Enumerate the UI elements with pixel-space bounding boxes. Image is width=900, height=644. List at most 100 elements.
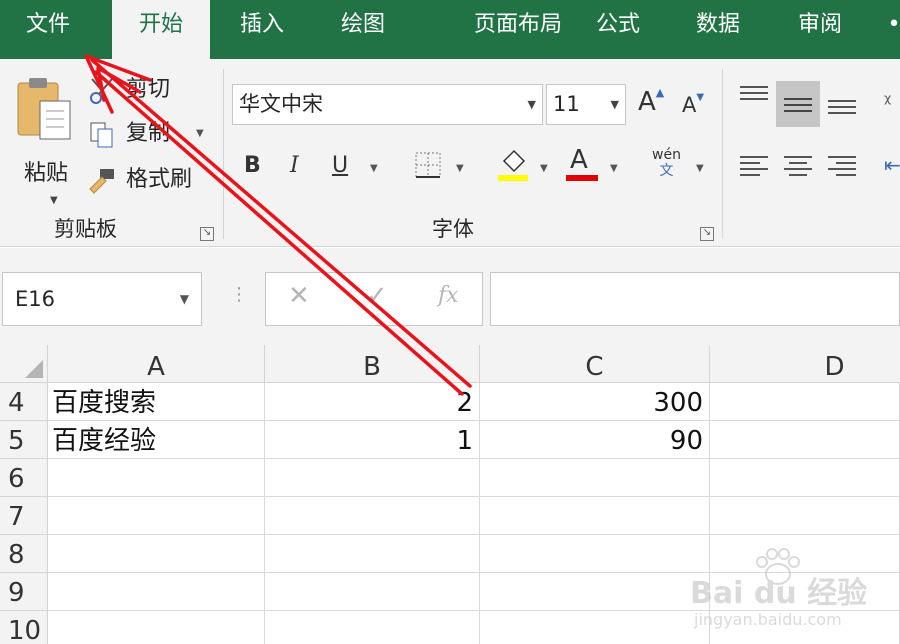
excel-window: 文件 开始 插入 绘图 页面布局 公式 数据 审阅 • 粘贴 ▼ 剪切 复制 ▼… xyxy=(0,0,900,644)
phonetic-dropdown-icon[interactable]: ▼ xyxy=(696,163,704,174)
formula-input[interactable] xyxy=(490,272,900,326)
cell-a8[interactable] xyxy=(48,535,265,573)
cell-d5[interactable] xyxy=(710,421,900,459)
decrease-indent-icon[interactable]: ⇤ xyxy=(884,153,900,183)
cell-b5[interactable]: 1 xyxy=(265,421,480,459)
group-divider xyxy=(223,69,224,239)
align-middle-button[interactable] xyxy=(776,81,820,127)
clipboard-launcher-icon[interactable]: ↘ xyxy=(200,227,214,241)
column-header-d[interactable]: D xyxy=(710,345,900,383)
cell-c6[interactable] xyxy=(480,459,710,497)
align-bottom-icon[interactable] xyxy=(826,89,858,119)
scissors-icon xyxy=(90,78,113,104)
underline-dropdown-icon[interactable]: ▼ xyxy=(370,163,378,174)
confirm-icon[interactable]: ✓ xyxy=(366,281,388,311)
cell-d6[interactable] xyxy=(710,459,900,497)
cell-a7[interactable] xyxy=(48,497,265,535)
tab-more[interactable]: • xyxy=(884,0,900,59)
underline-button[interactable]: U xyxy=(332,153,348,178)
cell-a9[interactable] xyxy=(48,573,265,611)
shrink-font-label: A xyxy=(682,93,697,117)
cell-c8[interactable] xyxy=(480,535,710,573)
row-header[interactable]: 9 xyxy=(0,573,48,611)
cell-a5[interactable]: 百度经验 xyxy=(48,421,265,459)
tab-home[interactable]: 开始 xyxy=(112,0,210,59)
font-size-select[interactable]: 11 ▼ xyxy=(546,84,626,125)
cell-d7[interactable] xyxy=(710,497,900,535)
tab-insert[interactable]: 插入 xyxy=(214,0,310,59)
grow-font-button[interactable]: A▲ xyxy=(638,86,665,117)
shrink-font-icon: ▼ xyxy=(696,92,705,103)
tab-draw[interactable]: 绘图 xyxy=(314,0,412,59)
more-options-icon[interactable]: ⋮ xyxy=(230,284,248,305)
cut-label: 剪切 xyxy=(126,77,171,102)
font-name-select[interactable]: 华文中宋 ▼ xyxy=(232,84,543,125)
align-top-icon[interactable] xyxy=(738,83,770,111)
align-center-icon[interactable] xyxy=(782,153,814,181)
orientation-icon[interactable]: ᵪ xyxy=(884,83,900,113)
cell-b8[interactable] xyxy=(265,535,480,573)
cell-b9[interactable] xyxy=(265,573,480,611)
cell-c5[interactable]: 90 xyxy=(480,421,710,459)
chevron-down-icon[interactable]: ▼ xyxy=(180,273,189,325)
cell-b6[interactable] xyxy=(265,459,480,497)
tab-file[interactable]: 文件 xyxy=(0,0,96,59)
select-all-corner[interactable] xyxy=(0,345,48,383)
column-header-a[interactable]: A xyxy=(48,345,265,383)
format-painter-icon xyxy=(89,169,114,194)
shrink-font-button[interactable]: A▼ xyxy=(682,92,705,117)
paste-dropdown-icon[interactable]: ▼ xyxy=(50,195,58,206)
column-header-b[interactable]: B xyxy=(265,345,480,383)
cell-a6[interactable] xyxy=(48,459,265,497)
row-header[interactable]: 4 xyxy=(0,383,48,421)
paste-button[interactable]: 粘贴 ▼ xyxy=(10,75,78,206)
font-launcher-icon[interactable]: ↘ xyxy=(700,227,714,241)
group-divider xyxy=(722,69,723,239)
cell-c4[interactable]: 300 xyxy=(480,383,710,421)
row-header[interactable]: 5 xyxy=(0,421,48,459)
cell-b7[interactable] xyxy=(265,497,480,535)
fill-color-icon[interactable] xyxy=(496,147,532,183)
align-right-icon[interactable] xyxy=(826,153,858,181)
cell-d4[interactable] xyxy=(710,383,900,421)
bold-button[interactable]: B xyxy=(244,153,261,178)
cell-a4[interactable]: 百度搜索 xyxy=(48,383,265,421)
chevron-down-icon[interactable]: ▼ xyxy=(528,85,536,124)
phonetic-bottom: 文 xyxy=(659,163,674,179)
font-color-dropdown-icon[interactable]: ▼ xyxy=(610,163,618,174)
chevron-down-icon[interactable]: ▼ xyxy=(611,85,619,124)
row-header[interactable]: 10 xyxy=(0,611,48,644)
name-box[interactable]: E16 ▼ xyxy=(2,272,202,326)
grow-font-icon: ▲ xyxy=(655,86,665,99)
font-color-button[interactable]: A xyxy=(570,145,588,175)
phonetic-top: wén xyxy=(652,147,681,163)
borders-dropdown-icon[interactable]: ▼ xyxy=(456,163,464,174)
row-header[interactable]: 7 xyxy=(0,497,48,535)
row-header[interactable]: 8 xyxy=(0,535,48,573)
name-box-value: E16 xyxy=(15,287,55,311)
cell-c10[interactable] xyxy=(480,611,710,644)
watermark-url: jingyan.baidu.com xyxy=(694,610,842,629)
cell-b4[interactable]: 2 xyxy=(265,383,480,421)
row-header[interactable]: 6 xyxy=(0,459,48,497)
column-header-c[interactable]: C xyxy=(480,345,710,383)
align-left-icon[interactable] xyxy=(738,153,770,181)
cell-c7[interactable] xyxy=(480,497,710,535)
copy-dropdown-icon[interactable]: ▼ xyxy=(196,117,204,151)
font-color-swatch xyxy=(566,175,598,181)
borders-icon[interactable] xyxy=(414,151,442,179)
cell-b10[interactable] xyxy=(265,611,480,644)
fill-color-dropdown-icon[interactable]: ▼ xyxy=(540,163,548,174)
phonetic-guide-button[interactable]: wén 文 xyxy=(652,147,681,179)
tab-data[interactable]: 数据 xyxy=(670,0,766,59)
cell-a10[interactable] xyxy=(48,611,265,644)
italic-button[interactable]: I xyxy=(290,153,299,178)
ribbon-tab-bar: 文件 开始 插入 绘图 页面布局 公式 数据 审阅 • xyxy=(0,0,900,59)
insert-function-icon[interactable]: fx xyxy=(438,283,459,308)
copy-label: 复制 xyxy=(126,121,171,146)
cell-c9[interactable] xyxy=(480,573,710,611)
tab-review[interactable]: 审阅 xyxy=(772,0,868,59)
tab-formulas[interactable]: 公式 xyxy=(570,0,666,59)
cancel-icon[interactable]: ✕ xyxy=(288,281,310,311)
format-painter-label: 格式刷 xyxy=(126,167,193,192)
